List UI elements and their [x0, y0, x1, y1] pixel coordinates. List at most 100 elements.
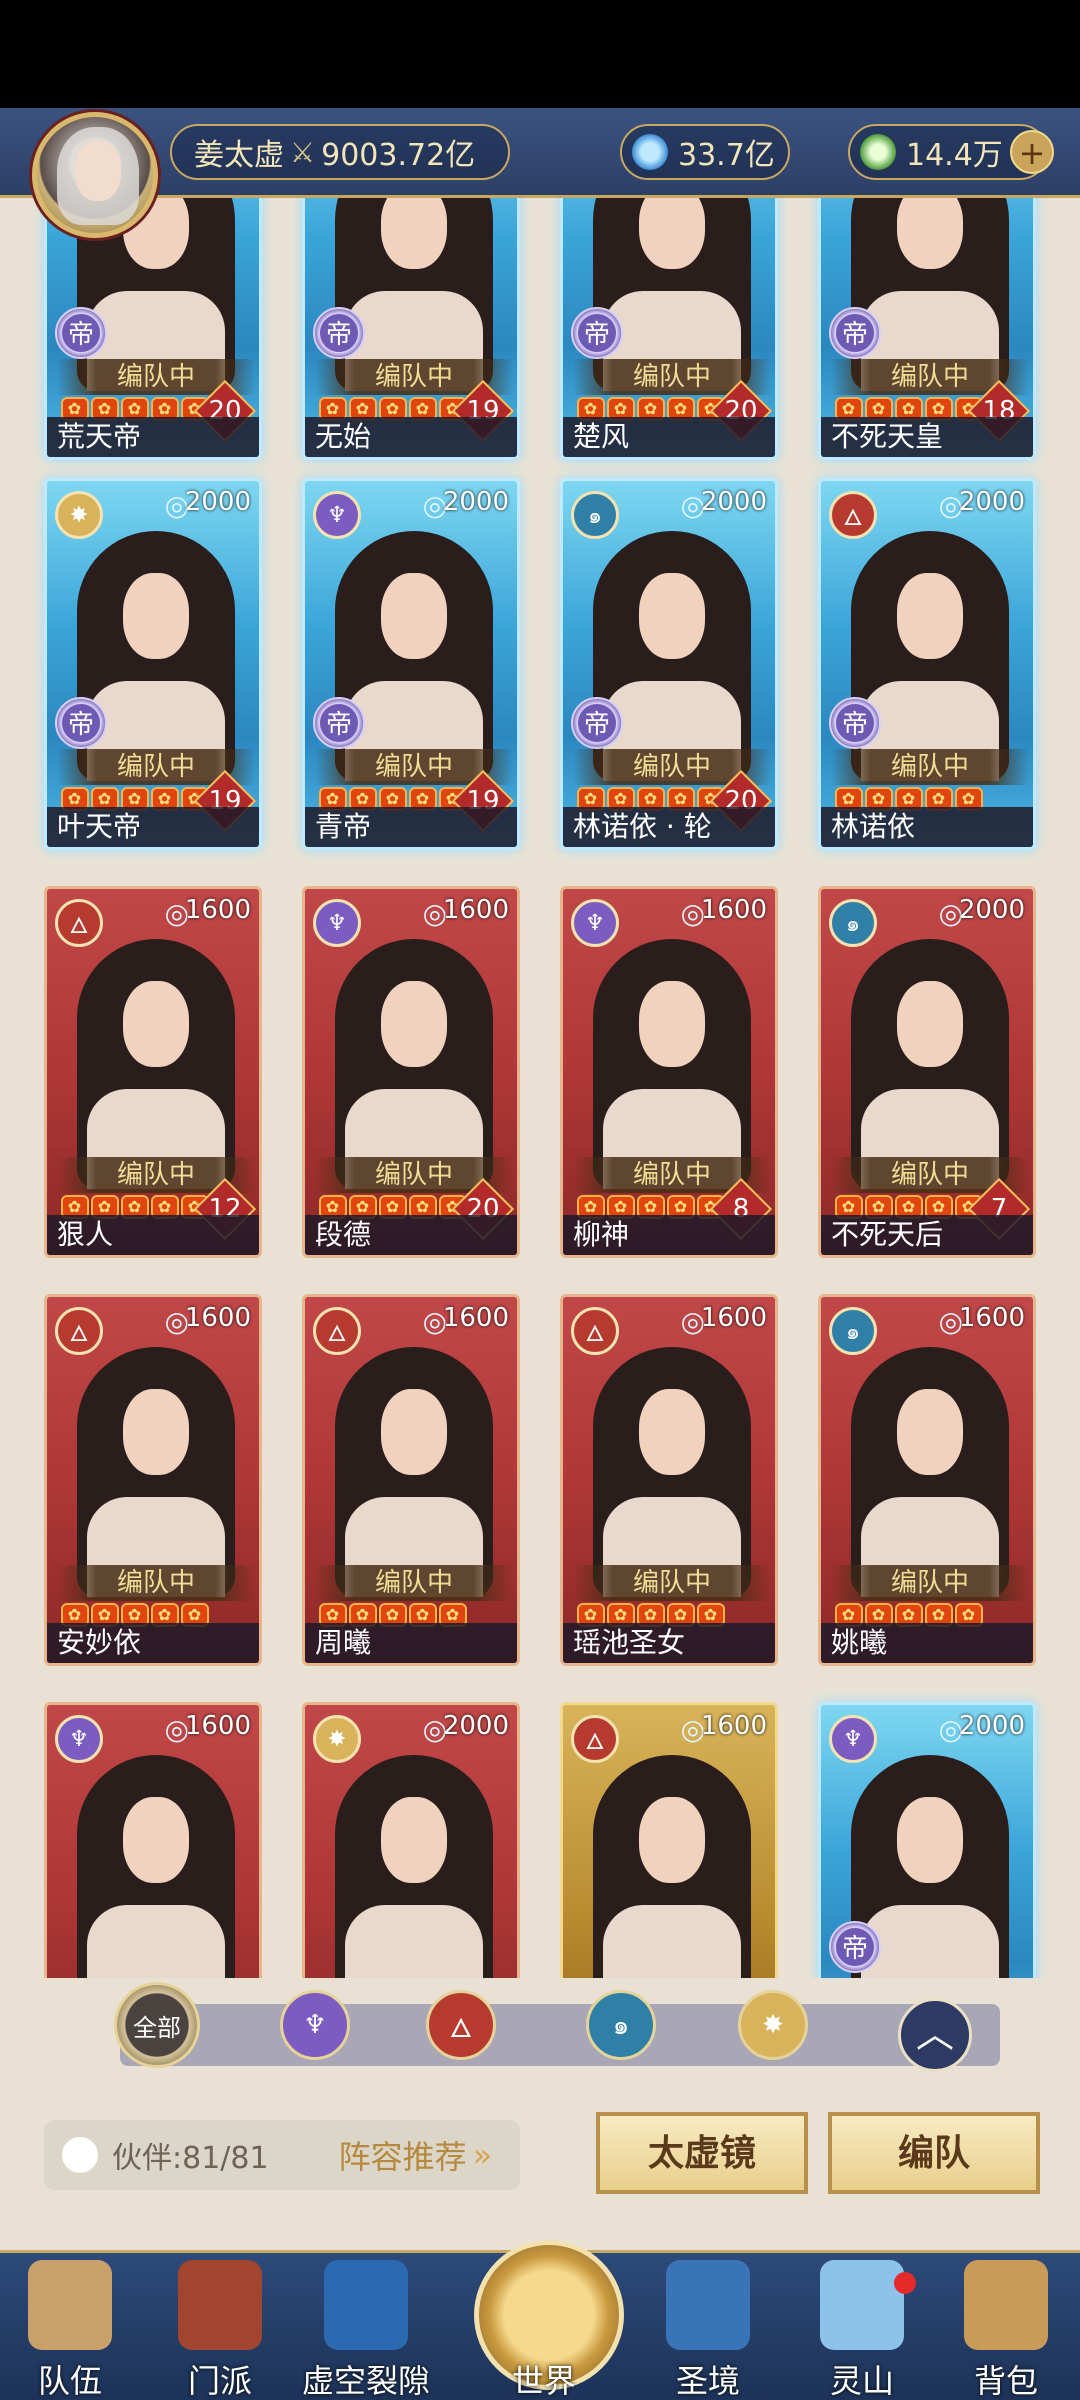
nav-team[interactable]: 队伍	[0, 2260, 140, 2400]
portrait-body	[87, 1905, 225, 1978]
power-icon: ⚔	[290, 135, 316, 169]
sect-icon	[178, 2260, 262, 2350]
card-grid[interactable]: 帝编队中✿✿✿✿✿20荒天帝帝编队中✿✿✿✿✿19无始帝编队中✿✿✿✿✿20楚风…	[0, 198, 1080, 1978]
light-element-icon: ✸	[55, 491, 103, 539]
hero-card[interactable]: ๑◎2000编队中✿✿✿✿✿7不死天后	[818, 886, 1036, 1258]
nav-world[interactable]: 世界	[474, 2260, 614, 2400]
hero-name: 林诺依 · 轮	[563, 807, 775, 847]
hero-power: 1600	[184, 1711, 251, 1741]
hero-portrait	[77, 1347, 235, 1597]
hero-card[interactable]: ๑◎2000帝编队中✿✿✿✿✿20林诺依 · 轮	[560, 478, 778, 850]
hero-card[interactable]: 帝编队中✿✿✿✿✿19无始	[302, 198, 520, 460]
hero-card[interactable]: 帝编队中✿✿✿✿✿18不死天皇	[818, 198, 1036, 460]
holy-land-icon	[666, 2260, 750, 2350]
hero-power: 1600	[442, 1303, 509, 1333]
hero-card[interactable]: ๑ ◎ 1600 编队中 ✿ ✿ ✿ ✿ ✿ 姚曦	[818, 1294, 1036, 1666]
portrait-face	[123, 1797, 189, 1883]
nav-sect[interactable]: 门派	[150, 2260, 290, 2400]
void-element-icon: ♆	[829, 1715, 877, 1763]
hero-card[interactable]: 帝编队中✿✿✿✿✿20荒天帝	[44, 198, 262, 460]
hero-card[interactable]: 🜂 ◎ 1600 编队中 ✿ ✿ ✿ ✿ ✿ 瑶池圣女	[560, 1294, 778, 1666]
hero-card[interactable]: 🜂 ◎ 2000 帝编队中 ✿ ✿ ✿ ✿ ✿ 林诺依	[818, 478, 1036, 850]
collapse-filter-chevron-up-icon[interactable]: ︿	[898, 1998, 972, 2072]
team-button[interactable]: 编队	[828, 2112, 1040, 2194]
fire-element-icon: 🜂	[313, 1307, 361, 1355]
hero-name: 青帝	[305, 807, 517, 847]
hero-power: 2000	[442, 1711, 509, 1741]
filter-water-icon[interactable]: ๑	[586, 1990, 656, 2060]
hero-power: 2000	[958, 487, 1025, 517]
portrait-face	[897, 198, 963, 269]
fire-element-icon: 🜂	[55, 1307, 103, 1355]
portrait-face	[897, 1389, 963, 1475]
fire-element-icon: 🜂	[829, 491, 877, 539]
hero-card[interactable]: 🜂 ◎ 1600 编队中 ✿ ✿ ✿ ✿ ✿ 安妙依	[44, 1294, 262, 1666]
water-element-icon: ๑	[829, 1307, 877, 1355]
hero-portrait	[593, 531, 751, 781]
in-team-banner: 编队中	[315, 1565, 513, 1601]
backpack-icon	[964, 2260, 1048, 2350]
nav-label: 圣境	[675, 2362, 740, 2400]
portrait-face	[639, 1797, 705, 1883]
emperor-badge-icon: 帝	[313, 307, 365, 359]
emperor-badge-icon: 帝	[571, 307, 623, 359]
hero-portrait	[335, 1347, 493, 1597]
hero-card[interactable]: ✸ ◎ 2000	[302, 1702, 520, 1978]
hero-card[interactable]: ♆ ◎ 2000 帝	[818, 1702, 1036, 1978]
nav-rift[interactable]: 虚空裂隙	[296, 2260, 436, 2400]
hero-card[interactable]: 🜂 ◎ 1600 编队中 ✿ ✿ ✿ ✿ ✿ 周曦	[302, 1294, 520, 1666]
portrait-body	[861, 1905, 999, 1978]
portrait-face	[123, 1389, 189, 1475]
status-bar	[0, 0, 1080, 108]
hero-name: 瑶池圣女	[563, 1623, 775, 1663]
lineup-recommend-link[interactable]: 阵容推荐	[339, 2132, 467, 2178]
filter-light-icon[interactable]: ✸	[738, 1990, 808, 2060]
nav-label: 灵山	[829, 2362, 894, 2400]
portrait-face	[381, 981, 447, 1067]
hero-portrait	[593, 939, 751, 1189]
hero-card[interactable]: ♆◎1600编队中✿✿✿✿✿20段德	[302, 886, 520, 1258]
hero-portrait	[335, 531, 493, 781]
hero-card[interactable]: ♆◎2000帝编队中✿✿✿✿✿19青帝	[302, 478, 520, 850]
hero-power: 1600	[700, 895, 767, 925]
player-info: 姜太虚 ⚔ 9003.72亿	[170, 124, 510, 180]
filter-all-button[interactable]: 全部	[114, 1982, 200, 2068]
emperor-badge-icon: 帝	[829, 697, 881, 749]
partner-info: 伙伴:81/81 阵容推荐 »	[44, 2120, 520, 2190]
filter-fire-icon[interactable]: 🜂	[426, 1990, 496, 2060]
hero-card[interactable]: 🜂 ◎ 1600	[560, 1702, 778, 1978]
hero-name: 叶天帝	[47, 807, 259, 847]
emperor-badge-icon: 帝	[829, 1921, 881, 1973]
hero-card[interactable]: 🜂◎1600编队中✿✿✿✿✿12狠人	[44, 886, 262, 1258]
nav-holy-land[interactable]: 圣境	[638, 2260, 778, 2400]
emperor-badge-icon: 帝	[55, 697, 107, 749]
hero-power: 1600	[184, 1303, 251, 1333]
void-element-icon: ♆	[313, 899, 361, 947]
hero-portrait	[851, 531, 1009, 781]
player-avatar[interactable]	[32, 112, 158, 238]
portrait-body	[345, 1905, 483, 1978]
mirror-button[interactable]: 太虚镜	[596, 2112, 808, 2194]
emperor-badge-icon: 帝	[571, 697, 623, 749]
hero-card[interactable]: ♆◎1600编队中✿✿✿✿✿8柳神	[560, 886, 778, 1258]
fire-element-icon: 🜂	[571, 1715, 619, 1763]
filter-void-icon[interactable]: ♆	[280, 1990, 350, 2060]
player-name: 姜太虚	[194, 138, 284, 173]
in-team-banner: 编队中	[57, 1565, 255, 1601]
hero-card[interactable]: ♆ ◎ 1600	[44, 1702, 262, 1978]
hero-name: 不死天后	[821, 1215, 1033, 1255]
nav-label: 门派	[187, 2362, 252, 2400]
in-team-banner: 编队中	[831, 1565, 1029, 1601]
nav-label: 背包	[973, 2362, 1038, 2400]
nav-backpack[interactable]: 背包	[936, 2260, 1076, 2400]
light-element-icon: ✸	[313, 1715, 361, 1763]
hero-portrait	[77, 531, 235, 781]
hero-power: 1600	[958, 1303, 1025, 1333]
hero-power: 2000	[184, 487, 251, 517]
portrait-face	[897, 1797, 963, 1883]
hero-card[interactable]: 帝编队中✿✿✿✿✿20楚风	[560, 198, 778, 460]
void-element-icon: ♆	[55, 1715, 103, 1763]
add-jade-button[interactable]: +	[1010, 130, 1054, 174]
crystal-value: 33.7亿	[678, 138, 775, 173]
hero-card[interactable]: ✸◎2000帝编队中✿✿✿✿✿19叶天帝	[44, 478, 262, 850]
